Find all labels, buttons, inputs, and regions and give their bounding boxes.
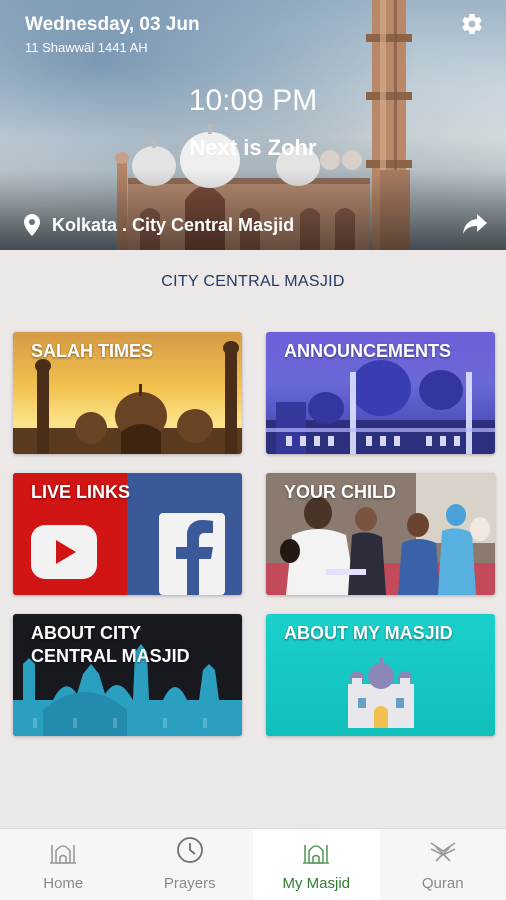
gregorian-date: Wednesday, 03 Jun — [25, 14, 200, 35]
current-time: 10:09 PM — [188, 84, 318, 117]
nav-item-label: Prayers — [163, 875, 216, 892]
masjid-title: CITY CENTRAL MASJID — [161, 273, 345, 290]
next-prayer: Next is Zohr — [189, 135, 317, 160]
nav-item-label: Quran — [421, 875, 464, 892]
tile-about-city-central-masjid[interactable]: ABOUT CITY CENTRAL MASJID — [13, 614, 242, 736]
tile-label: LIVE LINKS — [31, 482, 131, 502]
tile-salah-times[interactable]: SALAH TIMES — [13, 332, 242, 454]
nav-item-home[interactable]: Home — [0, 829, 127, 900]
tile-live-links[interactable]: LIVE LINKS — [13, 473, 242, 595]
tile-label: ABOUT CITY CENTRAL MASJID — [31, 623, 190, 666]
location-selector[interactable]: Kolkata . City Central Masjid — [24, 214, 294, 236]
nav-item-quran[interactable]: Quran — [380, 829, 506, 900]
location-label: Kolkata . City Central Masjid — [52, 214, 295, 235]
quran-icon — [430, 842, 456, 862]
tile-your-child[interactable]: YOUR CHILD — [266, 473, 495, 595]
nav-item-label: My Masjid — [282, 875, 350, 892]
clock-icon — [176, 837, 203, 863]
bottom-navigation: Home Prayers My Masjid Quran — [0, 828, 506, 900]
tile-label: ABOUT MY MASJID — [284, 623, 453, 643]
nav-item-prayers[interactable]: Prayers — [127, 829, 254, 900]
tile-label: YOUR CHILD — [284, 482, 396, 502]
location-pin-icon — [24, 214, 40, 236]
tile-about-my-masjid[interactable]: ABOUT MY MASJID — [266, 614, 495, 736]
nav-item-label: Home — [43, 875, 84, 892]
header-banner: Wednesday, 03 Jun 11 Shawwāl 1441 AH 10:… — [0, 0, 506, 250]
mosque-icon — [303, 845, 330, 864]
gear-icon[interactable] — [460, 12, 484, 36]
tile-label: SALAH TIMES — [31, 341, 154, 361]
tile-label: ANNOUNCEMENTS — [284, 341, 452, 361]
tile-announcements[interactable]: ANNOUNCEMENTS — [266, 332, 495, 454]
mosque-icon — [50, 845, 77, 864]
share-icon[interactable] — [462, 212, 488, 236]
header-bottom-shade — [0, 170, 506, 250]
hijri-date: 11 Shawwāl 1441 AH — [25, 40, 148, 55]
nav-item-my-masjid[interactable]: My Masjid — [253, 829, 380, 900]
